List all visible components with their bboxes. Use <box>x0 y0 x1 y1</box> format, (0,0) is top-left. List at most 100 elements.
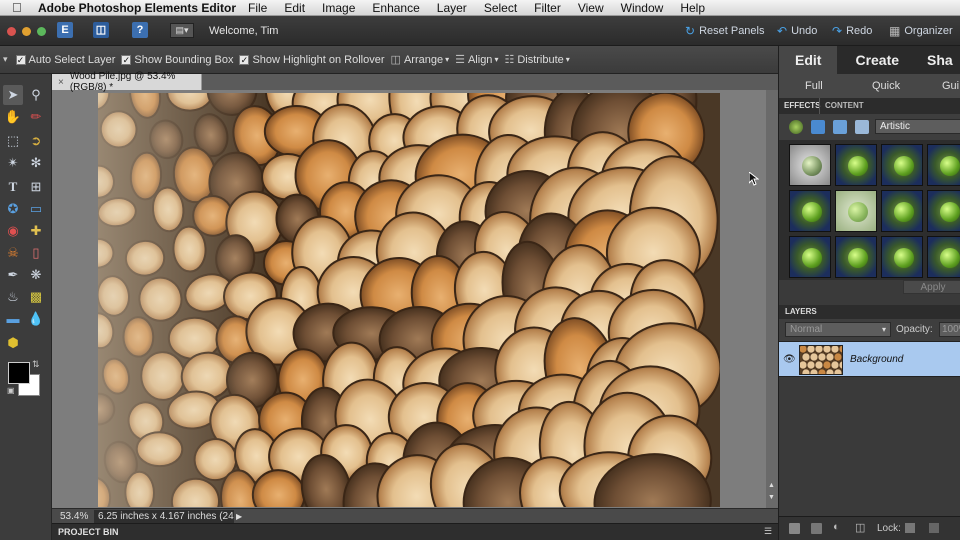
recompose-tool-icon[interactable]: ▭ <box>26 199 46 219</box>
menu-edit[interactable]: Edit <box>284 1 305 15</box>
organizer-button[interactable]: ▦ Organizer <box>889 24 953 38</box>
photoshop-home-icon[interactable]: E <box>57 22 73 38</box>
scroll-down-icon[interactable]: ▼ <box>768 494 776 502</box>
menu-filter[interactable]: Filter <box>534 1 561 15</box>
tool-preset-dropdown[interactable]: ▾ <box>3 54 8 65</box>
tab-guided[interactable]: Gui <box>942 80 959 92</box>
marquee-tool-icon[interactable]: ⬚ <box>3 131 23 151</box>
blend-mode-select[interactable]: Normal ▾ <box>785 322 891 337</box>
menu-enhance[interactable]: Enhance <box>372 1 419 15</box>
screen-mode-icon[interactable]: ▤▾ <box>170 23 194 38</box>
new-group-icon[interactable] <box>811 523 822 534</box>
lasso-tool-icon[interactable]: ➲ <box>26 131 46 151</box>
effect-thumbnail[interactable] <box>835 144 877 186</box>
move-tool-icon[interactable]: ➤ <box>3 85 23 105</box>
app-name-menu[interactable]: Adobe Photoshop Elements Editor <box>38 1 236 15</box>
effect-thumbnail[interactable] <box>835 236 877 278</box>
tab-share[interactable]: Sha <box>917 46 960 74</box>
magic-wand-tool-icon[interactable]: ✴ <box>3 153 23 173</box>
wood-pile-photo[interactable] <box>98 93 720 507</box>
menu-image[interactable]: Image <box>322 1 355 15</box>
red-eye-tool-icon[interactable]: ◉ <box>3 221 23 241</box>
effect-thumbnail[interactable] <box>927 144 960 186</box>
effect-thumbnail[interactable] <box>927 236 960 278</box>
project-bin-menu-icon[interactable]: ☰ <box>764 526 772 537</box>
tab-effects[interactable]: EFFECTS <box>784 101 820 110</box>
project-bin-header[interactable]: PROJECT BIN <box>52 523 778 540</box>
tab-content[interactable]: CONTENT <box>825 101 864 110</box>
blur-tool-icon[interactable]: 💧 <box>26 309 46 329</box>
show-bounding-box-checkbox[interactable]: ✓ Show Bounding Box <box>121 54 233 66</box>
effect-thumbnail[interactable] <box>789 190 831 232</box>
menu-help[interactable]: Help <box>680 1 705 15</box>
eyedropper-tool-icon[interactable]: ✏ <box>26 107 46 127</box>
healing-brush-tool-icon[interactable]: ✚ <box>26 221 46 241</box>
foreground-color-swatch[interactable] <box>8 362 30 384</box>
show-all-icon[interactable] <box>855 120 869 134</box>
visibility-eye-icon[interactable]: 👁 <box>783 354 796 365</box>
menu-view[interactable]: View <box>578 1 604 15</box>
save-icon[interactable]: ◫ <box>93 22 109 38</box>
zoom-window-button[interactable] <box>37 27 46 36</box>
close-tab-icon[interactable]: × <box>58 77 64 88</box>
paint-bucket-tool-icon[interactable]: ♨ <box>3 287 23 307</box>
smart-brush-tool-icon[interactable]: ❋ <box>26 265 46 285</box>
clone-stamp-tool-icon[interactable]: ☠ <box>3 243 23 263</box>
status-menu-arrow-icon[interactable]: ▶ <box>236 512 242 521</box>
effect-thumbnail[interactable] <box>881 144 923 186</box>
tab-edit[interactable]: Edit <box>779 46 838 74</box>
zoom-level[interactable]: 53.4% <box>52 511 94 522</box>
tab-quick[interactable]: Quick <box>872 80 900 92</box>
eraser-tool-icon[interactable]: ▯ <box>26 243 46 263</box>
menu-layer[interactable]: Layer <box>437 1 467 15</box>
reset-panels-button[interactable]: ↻ Reset Panels <box>685 24 765 38</box>
redo-button[interactable]: ↷ Redo <box>832 24 872 38</box>
menu-window[interactable]: Window <box>621 1 664 15</box>
effect-thumbnail[interactable] <box>835 190 877 232</box>
hand-tool-icon[interactable]: ✋ <box>3 107 23 127</box>
sponge-tool-icon[interactable]: ⬢ <box>3 333 23 353</box>
lock-all-icon[interactable] <box>929 523 939 533</box>
vertical-scrollbar[interactable]: ▲ ▼ <box>766 90 778 508</box>
minimize-window-button[interactable] <box>22 27 31 36</box>
opacity-field[interactable]: 100% <box>939 322 960 337</box>
default-colors-icon[interactable]: ▣ <box>7 386 15 395</box>
effect-thumbnail[interactable] <box>881 190 923 232</box>
adjustment-layer-icon[interactable]: ◐ <box>833 521 840 533</box>
swap-colors-icon[interactable]: ⇅ <box>32 359 40 370</box>
effect-thumbnail[interactable] <box>927 190 960 232</box>
tab-full[interactable]: Full <box>805 80 823 92</box>
filter-category-select[interactable]: Artistic <box>875 119 960 134</box>
delete-layer-icon[interactable]: ◫ <box>855 521 865 534</box>
apply-button[interactable]: Apply <box>903 280 960 294</box>
effect-thumbnail[interactable] <box>789 144 831 186</box>
crop-tool-icon[interactable]: ⊞ <box>26 177 46 197</box>
quick-selection-tool-icon[interactable]: ✻ <box>26 153 46 173</box>
cookie-cutter-tool-icon[interactable]: ✪ <box>3 199 23 219</box>
arrange-dropdown[interactable]: ◫ Arrange ▾ <box>391 53 450 67</box>
close-window-button[interactable] <box>7 27 16 36</box>
distribute-dropdown[interactable]: ☷ Distribute ▾ <box>504 53 569 67</box>
lock-transparency-icon[interactable] <box>905 523 915 533</box>
effect-thumbnail[interactable] <box>881 236 923 278</box>
scroll-up-icon[interactable]: ▲ <box>768 482 776 490</box>
show-highlight-checkbox[interactable]: ✓ Show Highlight on Rollover <box>239 54 385 66</box>
brush-tool-icon[interactable]: ✒ <box>3 265 23 285</box>
type-tool-icon[interactable]: T <box>3 177 23 197</box>
layer-row-background[interactable]: 👁 Background <box>779 341 960 377</box>
apple-icon[interactable]:  <box>12 0 28 15</box>
tab-create[interactable]: Create <box>837 46 917 74</box>
align-dropdown[interactable]: ☰ Align ▾ <box>455 53 498 67</box>
zoom-tool-icon[interactable]: ⚲ <box>26 85 46 105</box>
undo-button[interactable]: ↶ Undo <box>777 24 817 38</box>
effect-thumbnail[interactable] <box>789 236 831 278</box>
shape-tool-icon[interactable]: ▬ <box>3 309 23 329</box>
help-icon[interactable]: ? <box>132 22 148 38</box>
new-layer-icon[interactable] <box>789 523 800 534</box>
gradient-tool-icon[interactable]: ▩ <box>26 287 46 307</box>
auto-select-layer-checkbox[interactable]: ✓ Auto Select Layer <box>15 54 115 66</box>
document-tab[interactable]: × Wood Pile.jpg @ 53.4% (RGB/8) * <box>52 71 202 93</box>
menu-file[interactable]: File <box>248 1 267 15</box>
menu-select[interactable]: Select <box>484 1 517 15</box>
layer-styles-icon[interactable] <box>811 120 825 134</box>
